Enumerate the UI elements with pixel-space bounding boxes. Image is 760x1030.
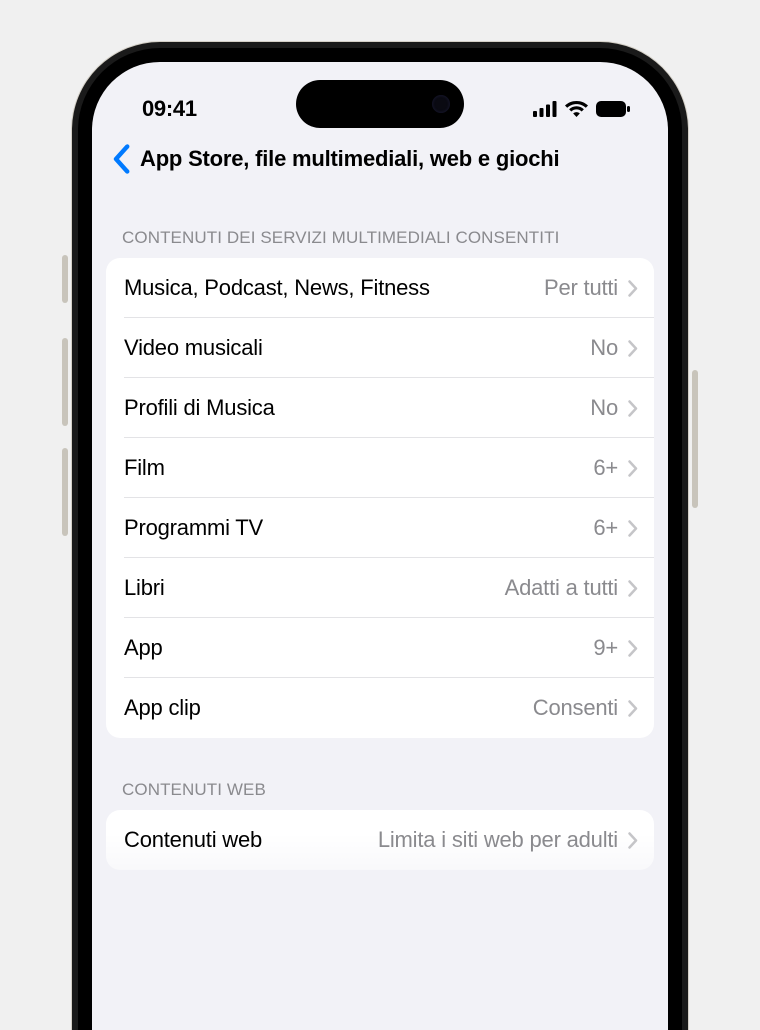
cellular-icon [533,101,557,117]
battery-icon [596,101,630,117]
phone-screen: 09:41 [92,62,668,1030]
row-web-content[interactable]: Contenuti web Limita i siti web per adul… [106,810,654,870]
chevron-right-icon [628,400,638,417]
chevron-right-icon [628,700,638,717]
row-label: Libri [124,575,505,601]
chevron-right-icon [628,832,638,849]
list-group-web: Contenuti web Limita i siti web per adul… [106,810,654,870]
nav-header: App Store, file multimediali, web e gioc… [92,132,668,190]
front-camera [432,95,450,113]
phone-body: 09:41 [72,42,688,1030]
phone-silence-switch [62,255,68,303]
phone-bezel: 09:41 [78,48,682,1030]
chevron-right-icon [628,640,638,657]
row-value: 9+ [593,635,618,661]
row-value: 6+ [593,515,618,541]
row-music-videos[interactable]: Video musicali No [106,318,654,378]
row-label: Programmi TV [124,515,593,541]
back-button[interactable] [108,144,134,174]
row-tv-shows[interactable]: Programmi TV 6+ [106,498,654,558]
chevron-right-icon [628,340,638,357]
phone-volume-down [62,448,68,536]
row-label: App clip [124,695,533,721]
row-value: Limita i siti web per adulti [378,827,618,853]
row-label: Video musicali [124,335,590,361]
page-title: App Store, file multimediali, web e gioc… [140,146,559,172]
row-films[interactable]: Film 6+ [106,438,654,498]
chevron-right-icon [628,520,638,537]
row-label: Contenuti web [124,827,378,853]
list-group-media: Musica, Podcast, News, Fitness Per tutti… [106,258,654,738]
section-header-web: CONTENUTI WEB [92,738,668,810]
chevron-right-icon [628,280,638,297]
row-value: No [590,335,618,361]
row-books[interactable]: Libri Adatti a tutti [106,558,654,618]
row-label: Film [124,455,593,481]
image-frame: 09:41 [0,0,760,1030]
phone-power-button [692,370,698,508]
row-apps[interactable]: App 9+ [106,618,654,678]
row-music-profiles[interactable]: Profili di Musica No [106,378,654,438]
row-value: No [590,395,618,421]
row-value: Consenti [533,695,618,721]
chevron-right-icon [628,460,638,477]
wifi-icon [565,101,588,117]
chevron-right-icon [628,580,638,597]
row-value: Per tutti [544,275,618,301]
row-label: Profili di Musica [124,395,590,421]
row-value: Adatti a tutti [505,575,618,601]
row-music-podcast-news-fitness[interactable]: Musica, Podcast, News, Fitness Per tutti [106,258,654,318]
row-value: 6+ [593,455,618,481]
row-label: Musica, Podcast, News, Fitness [124,275,544,301]
dynamic-island [296,80,464,128]
row-label: App [124,635,593,661]
row-app-clips[interactable]: App clip Consenti [106,678,654,738]
phone-volume-up [62,338,68,426]
section-header-media: CONTENUTI DEI SERVIZI MULTIMEDIALI CONSE… [92,190,668,258]
status-indicators [533,101,630,117]
status-time: 09:41 [142,96,197,122]
